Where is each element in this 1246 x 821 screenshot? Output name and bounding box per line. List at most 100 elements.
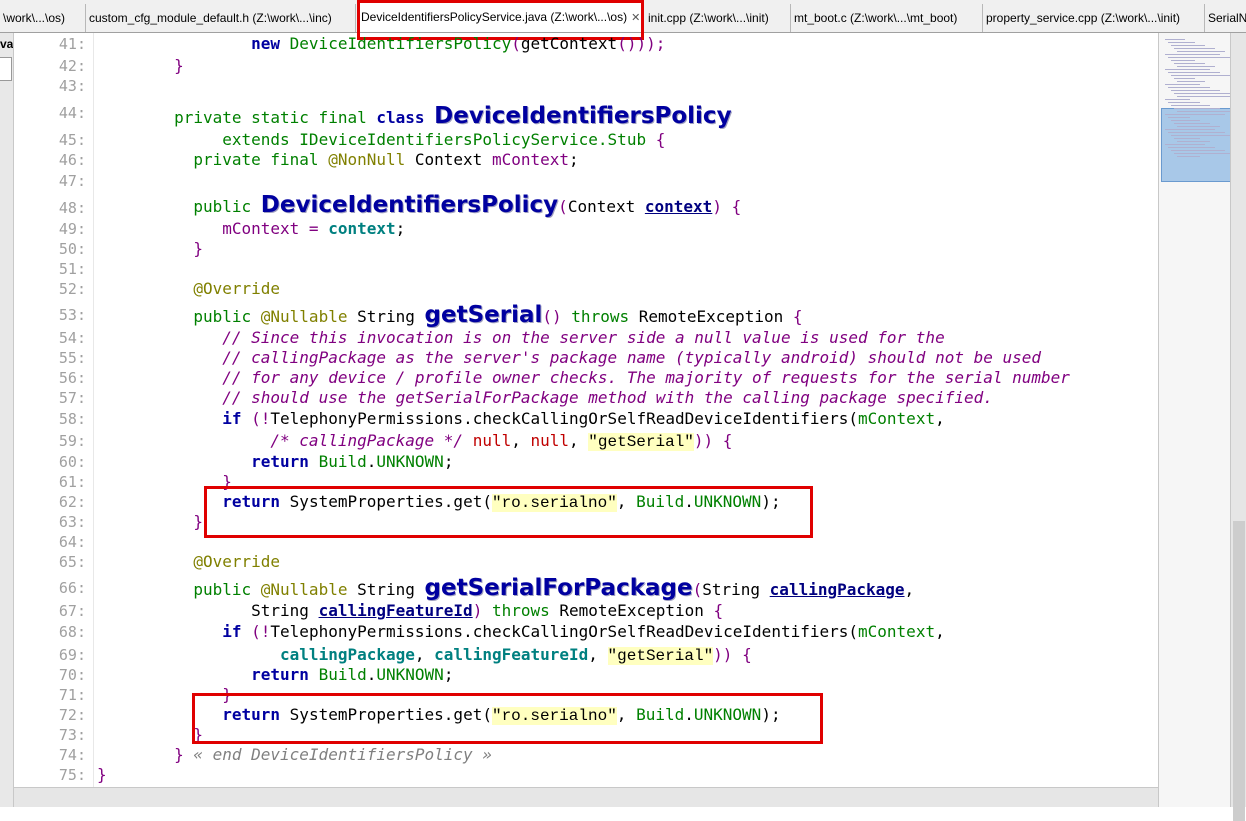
line-number: 65:: [58, 553, 86, 571]
code-line-57[interactable]: // should use the getSerialForPackage me…: [97, 387, 993, 409]
minimap-line: [1168, 72, 1220, 73]
highlight-box-return-serial-for-package: [192, 693, 823, 744]
code-line-63[interactable]: }: [97, 511, 203, 533]
minimap-line: [1174, 63, 1205, 64]
line-number: 53:: [58, 306, 86, 324]
minimap-line: [1165, 99, 1190, 100]
minimap-line: [1171, 135, 1235, 136]
line-number: 68:: [58, 623, 86, 641]
vertical-scrollbar[interactable]: [1230, 33, 1246, 821]
minimap-line: [1177, 126, 1220, 127]
code-line-56[interactable]: // for any device / profile owner checks…: [97, 367, 1070, 389]
minimap-line: [1177, 51, 1225, 52]
code-line-53[interactable]: public @Nullable String getSerial() thro…: [97, 301, 802, 329]
minimap-line: [1168, 147, 1215, 148]
left-panel-label: va: [0, 37, 14, 51]
code-line-41[interactable]: new DeviceIdentifiersPolicy(getContext()…: [97, 33, 665, 55]
minimap-line: [1165, 144, 1205, 145]
code-line-69[interactable]: callingPackage, callingFeatureId, "getSe…: [97, 644, 752, 666]
minimap-line: [1177, 141, 1210, 142]
minimap-line: [1177, 66, 1215, 67]
code-line-44[interactable]: private static final class DeviceIdentif…: [97, 100, 732, 132]
line-number: 75:: [58, 766, 86, 784]
tab-init-cpp[interactable]: init.cpp (Z:\work\...\init): [645, 4, 791, 32]
minimap-line: [1174, 93, 1230, 94]
code-line-49[interactable]: mContext = context;: [97, 218, 405, 240]
code-line-74[interactable]: } « end DeviceIdentifiersPolicy »: [97, 744, 492, 766]
line-number: 54:: [58, 329, 86, 347]
tab-os[interactable]: \work\...\os): [0, 4, 86, 32]
minimap-line: [1168, 132, 1225, 133]
line-number: 72:: [58, 706, 86, 724]
line-number: 52:: [58, 280, 86, 298]
tab-serialn[interactable]: SerialN: [1205, 4, 1246, 32]
code-line-68[interactable]: if (!TelephonyPermissions.checkCallingOr…: [97, 621, 944, 643]
minimap-line: [1171, 90, 1220, 91]
left-panel-strip: va: [0, 33, 14, 807]
code-line-45[interactable]: extends IDeviceIdentifiersPolicyService.…: [97, 129, 665, 151]
line-number: 60:: [58, 453, 86, 471]
minimap-line: [1168, 87, 1210, 88]
code-line-75[interactable]: }: [97, 764, 107, 786]
line-number: 48:: [58, 199, 86, 217]
code-line-42[interactable]: }: [97, 55, 184, 77]
code-line-46[interactable]: private final @NonNull Context mContext;: [97, 149, 578, 171]
vertical-scroll-thumb[interactable]: [1233, 521, 1245, 821]
minimap-line: [1174, 48, 1215, 49]
line-number: 41:: [58, 35, 86, 53]
code-line-59[interactable]: /* callingPackage */ null, null, "getSer…: [97, 430, 732, 452]
code-line-67[interactable]: String callingFeatureId) throws RemoteEx…: [97, 600, 723, 622]
line-number: 44:: [58, 104, 86, 122]
minimap-line: [1168, 57, 1230, 58]
tab-mt-boot[interactable]: mt_boot.c (Z:\work\...\mt_boot): [791, 4, 983, 32]
minimap-line: [1168, 102, 1200, 103]
line-number: 58:: [58, 410, 86, 428]
minimap-line: [1174, 123, 1210, 124]
code-line-48[interactable]: public DeviceIdentifiersPolicy(Context c…: [97, 190, 741, 220]
code-line-54[interactable]: // Since this invocation is on the serve…: [97, 327, 944, 349]
line-number: 46:: [58, 151, 86, 169]
line-number: 55:: [58, 349, 86, 367]
code-line-73[interactable]: }: [97, 724, 203, 746]
line-number: 50:: [58, 240, 86, 258]
minimap-line: [1177, 111, 1230, 112]
line-number: 64:: [58, 533, 86, 551]
left-panel-input[interactable]: [0, 57, 12, 81]
minimap-line: [1171, 60, 1195, 61]
minimap-line: [1171, 120, 1200, 121]
highlight-box-return-serial: [204, 486, 813, 538]
line-number: 49:: [58, 220, 86, 238]
tab-property-service[interactable]: property_service.cpp (Z:\work\...\init): [983, 4, 1205, 32]
minimap-line: [1171, 105, 1210, 106]
code-line-52[interactable]: @Override: [97, 278, 280, 300]
minimap-line: [1174, 138, 1200, 139]
line-number: 51:: [58, 260, 86, 278]
tab-custom-cfg-module[interactable]: custom_cfg_module_default.h (Z:\work\...…: [86, 4, 356, 32]
minimap-line: [1165, 129, 1215, 130]
code-line-55[interactable]: // callingPackage as the server's packag…: [97, 347, 1041, 369]
minimap-line: [1177, 156, 1200, 157]
code-line-60[interactable]: return Build.UNKNOWN;: [97, 451, 453, 473]
line-number: 57:: [58, 389, 86, 407]
line-number: 74:: [58, 746, 86, 764]
line-number: 43:: [58, 77, 86, 95]
minimap-line: [1174, 108, 1220, 109]
minimap-line: [1168, 42, 1195, 43]
line-number: 67:: [58, 602, 86, 620]
code-line-58[interactable]: if (!TelephonyPermissions.checkCallingOr…: [97, 408, 944, 430]
gutter-separator: [93, 33, 94, 787]
minimap-line: [1165, 69, 1210, 70]
line-number: 59:: [58, 432, 86, 450]
line-number: 56:: [58, 369, 86, 387]
line-number: 61:: [58, 473, 86, 491]
minimap-line: [1177, 81, 1205, 82]
code-line-50[interactable]: }: [97, 238, 203, 260]
minimap-line: [1171, 150, 1225, 151]
code-line-70[interactable]: return Build.UNKNOWN;: [97, 664, 453, 686]
line-number: 45:: [58, 131, 86, 149]
line-number: 63:: [58, 513, 86, 531]
code-line-66[interactable]: public @Nullable String getSerialForPack…: [97, 574, 914, 602]
line-number: 62:: [58, 493, 86, 511]
code-line-65[interactable]: @Override: [97, 551, 280, 573]
horizontal-scrollbar[interactable]: [14, 787, 1158, 807]
